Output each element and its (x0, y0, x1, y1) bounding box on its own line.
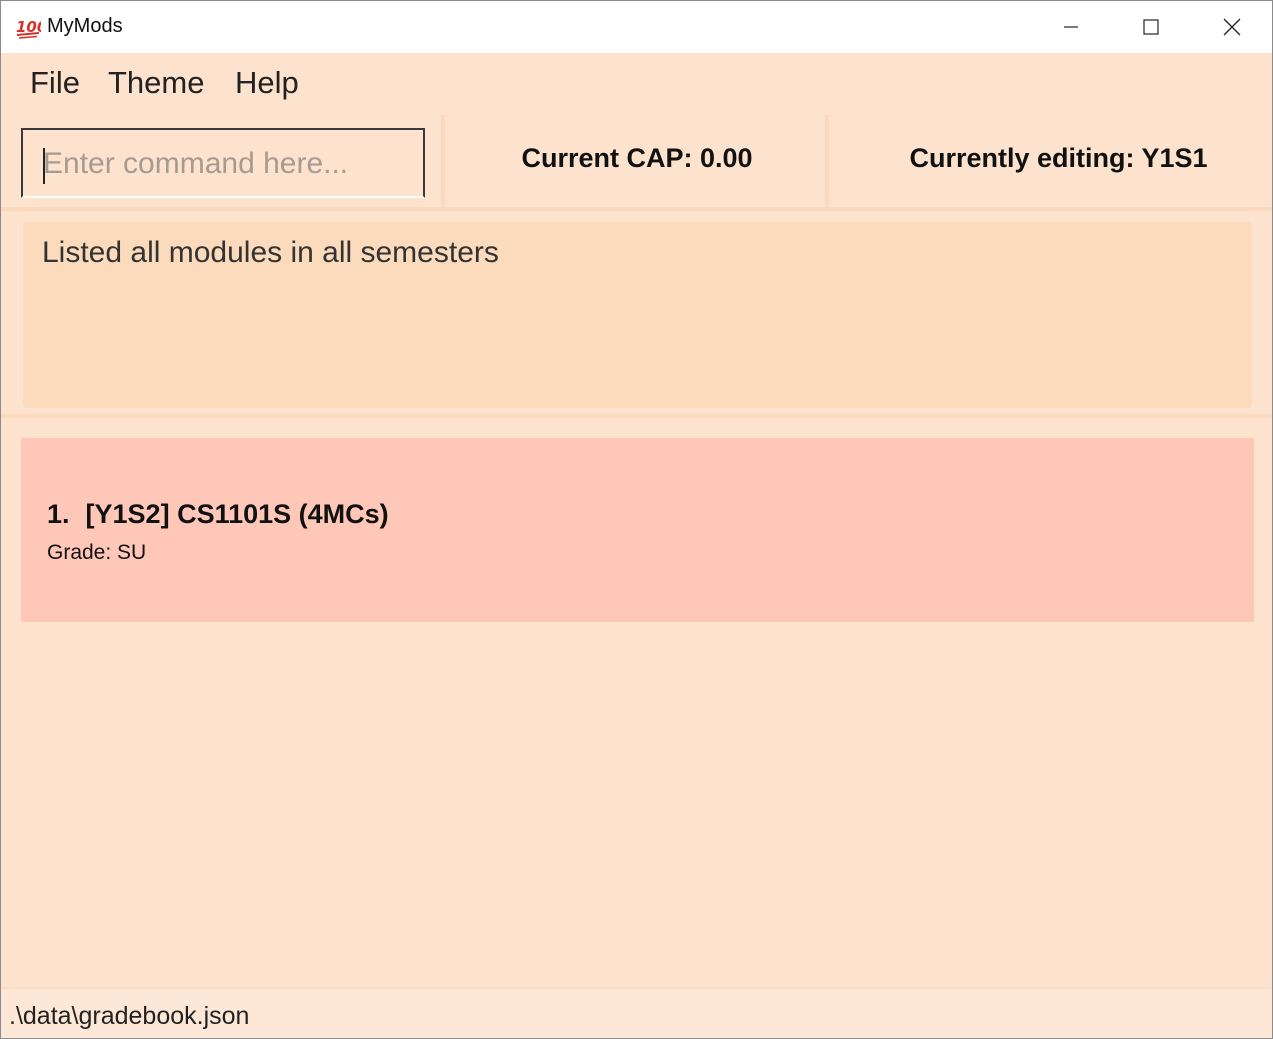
module-name: [Y1S2] CS1101S (4MCs) (85, 499, 389, 529)
window-title: MyMods (47, 15, 123, 37)
command-box[interactable] (21, 128, 425, 198)
menu-help[interactable]: Help (235, 65, 299, 101)
result-message: Listed all modules in all semesters (42, 236, 499, 269)
menu-file[interactable]: File (30, 65, 80, 101)
top-row: Current CAP: 0.00 Currently editing: Y1S… (1, 115, 1272, 209)
hundred-points-icon: 100 (16, 18, 41, 39)
module-title: 1. [Y1S2] CS1101S (4MCs) (47, 499, 389, 530)
maximize-button[interactable] (1111, 1, 1191, 53)
status-bar: .\data\gradebook.json (1, 987, 1272, 1038)
divider (441, 115, 445, 209)
currently-editing-label: Currently editing: Y1S1 (909, 143, 1208, 173)
save-file-path: .\data\gradebook.json (9, 1002, 250, 1030)
divider (1, 414, 1272, 418)
result-display[interactable]: Listed all modules in all semesters (23, 222, 1252, 408)
module-card[interactable]: 1. [Y1S2] CS1101S (4MCs) Grade: SU (21, 438, 1254, 622)
current-cap-label: Current CAP: 0.00 (521, 143, 753, 173)
title-bar[interactable]: 100 MyMods (1, 1, 1272, 53)
divider (1, 207, 1272, 211)
divider (825, 115, 829, 209)
menu-theme[interactable]: Theme (108, 65, 204, 101)
app-window: 100 MyMods File Theme Help (0, 0, 1273, 1039)
minimize-button[interactable] (1031, 1, 1111, 53)
close-icon (1223, 18, 1241, 36)
text-caret (43, 148, 45, 184)
maximize-icon (1143, 19, 1159, 35)
module-grade: Grade: SU (47, 541, 147, 564)
module-list[interactable]: 1. [Y1S2] CS1101S (4MCs) Grade: SU (1, 419, 1272, 987)
close-button[interactable] (1192, 1, 1272, 53)
command-input[interactable] (43, 144, 413, 184)
minimize-icon (1064, 26, 1078, 28)
menu-bar: File Theme Help (1, 53, 1272, 115)
module-index: 1. (47, 499, 70, 529)
